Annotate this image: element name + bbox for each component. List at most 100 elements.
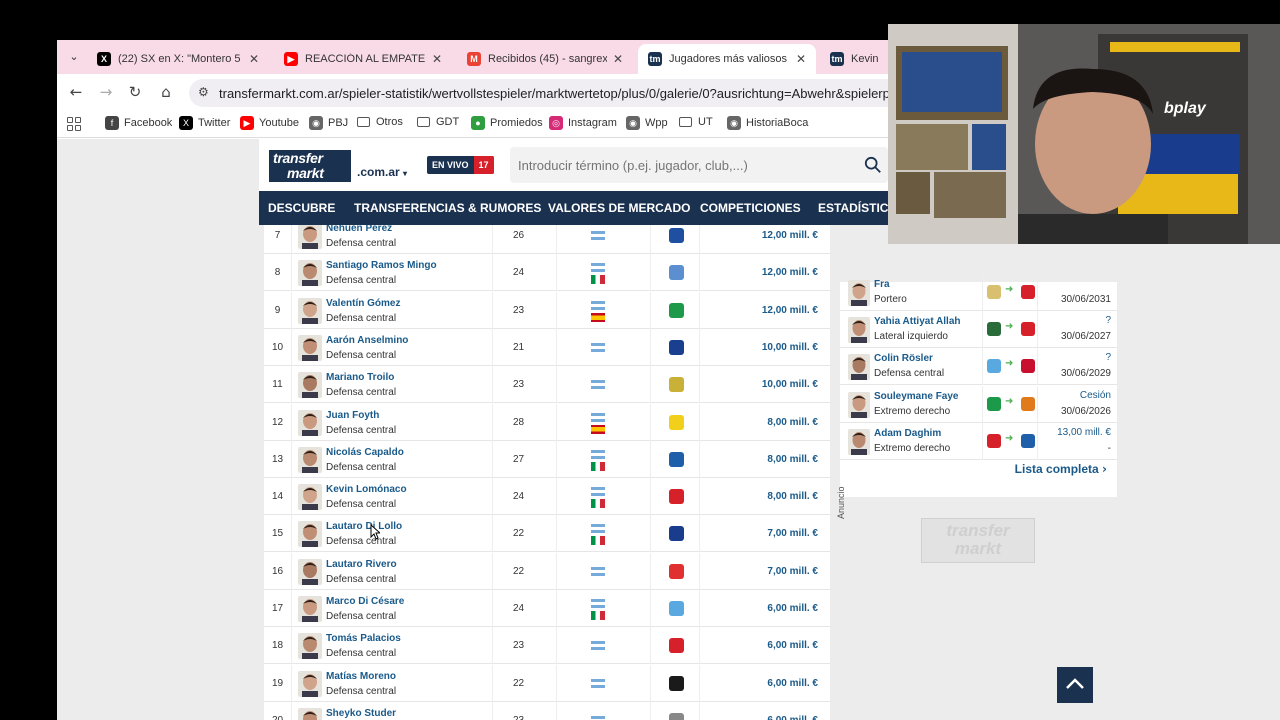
player-name-link[interactable]: Lautaro Rivero bbox=[326, 559, 397, 570]
player-name-link[interactable]: Mariano Troilo bbox=[326, 372, 394, 383]
browser-tab[interactable]: tm Kevin Lo bbox=[820, 44, 890, 74]
bookmark-historiaboca[interactable]: ◉ HistoriaBoca bbox=[727, 116, 808, 130]
search-icon[interactable] bbox=[864, 156, 882, 174]
to-club-crest-icon[interactable] bbox=[1021, 322, 1035, 337]
transfer-player-name[interactable]: Fra bbox=[874, 279, 890, 290]
live-button[interactable]: EN VIVO 17 bbox=[427, 156, 494, 174]
nav-item-1[interactable]: TRANSFERENCIAS & RUMORES bbox=[354, 201, 541, 215]
player-avatar[interactable] bbox=[298, 521, 322, 548]
transfer-player-name[interactable]: Adam Daghim bbox=[874, 428, 941, 439]
player-avatar[interactable] bbox=[298, 670, 322, 697]
market-value-link[interactable]: 6,00 mill. € bbox=[700, 627, 820, 664]
browser-tab[interactable]: X (22) SX en X: "Montero 5 Go ✕ bbox=[87, 44, 269, 74]
to-club-crest-icon[interactable] bbox=[1021, 396, 1035, 411]
market-value-link[interactable]: 12,00 mill. € bbox=[700, 254, 820, 291]
close-tab-icon[interactable]: ✕ bbox=[432, 52, 442, 66]
close-tab-icon[interactable]: ✕ bbox=[613, 52, 623, 66]
transfer-fee[interactable]: Cesión bbox=[1080, 390, 1111, 401]
player-avatar[interactable] bbox=[848, 317, 870, 344]
domain-selector[interactable]: .com.ar ▾ bbox=[357, 165, 407, 179]
player-avatar[interactable] bbox=[848, 354, 870, 381]
player-name-link[interactable]: Santiago Ramos Mingo bbox=[326, 260, 437, 271]
site-info-icon[interactable]: ⚙ bbox=[198, 85, 209, 99]
browser-tab[interactable]: tm Jugadores más valiosos | Tra ✕ bbox=[638, 44, 816, 74]
nav-item-2[interactable]: VALORES DE MERCADO bbox=[548, 201, 690, 215]
club-crest-icon[interactable] bbox=[669, 414, 684, 430]
bookmark-wpp[interactable]: ◉ Wpp bbox=[626, 116, 668, 130]
player-name-link[interactable]: Aarón Anselmino bbox=[326, 335, 408, 346]
market-value-link[interactable]: 6,00 mill. € bbox=[700, 665, 820, 702]
reload-icon[interactable]: ↻ bbox=[126, 83, 144, 101]
club-crest-icon[interactable] bbox=[669, 339, 684, 355]
from-club-crest-icon[interactable] bbox=[987, 396, 1001, 411]
bookmark-youtube[interactable]: ▶ Youtube bbox=[240, 116, 299, 130]
player-avatar[interactable] bbox=[298, 484, 322, 511]
player-name-link[interactable]: Lautaro Di Lollo bbox=[326, 521, 402, 532]
search-input[interactable] bbox=[510, 147, 840, 183]
to-club-crest-icon[interactable] bbox=[1021, 285, 1035, 299]
player-avatar[interactable] bbox=[298, 297, 322, 324]
club-crest-icon[interactable] bbox=[669, 228, 684, 243]
scroll-to-top-button[interactable] bbox=[1057, 667, 1093, 703]
close-tab-icon[interactable]: ✕ bbox=[249, 52, 259, 66]
player-avatar[interactable] bbox=[848, 391, 870, 418]
market-value-link[interactable]: 6,00 mill. € bbox=[700, 702, 820, 720]
market-value-link[interactable]: 12,00 mill. € bbox=[700, 225, 820, 254]
player-name-link[interactable]: Matías Moreno bbox=[326, 671, 396, 682]
market-value-link[interactable]: 8,00 mill. € bbox=[700, 478, 820, 515]
tab-search-chevron-icon[interactable]: ⌄ bbox=[65, 48, 83, 66]
player-avatar[interactable] bbox=[848, 280, 870, 306]
bookmark-otros[interactable]: Otros bbox=[357, 116, 403, 128]
market-value-link[interactable]: 8,00 mill. € bbox=[700, 404, 820, 441]
nav-item-0[interactable]: DESCUBRE bbox=[268, 201, 335, 215]
player-name-link[interactable]: Nehuén Pérez bbox=[326, 225, 392, 234]
browser-tab[interactable]: ▶ REACCIÓN AL EMPATE DE B ✕ bbox=[274, 44, 452, 74]
player-avatar[interactable] bbox=[298, 260, 322, 287]
from-club-crest-icon[interactable] bbox=[987, 322, 1001, 337]
transfermarkt-logo[interactable]: transfer markt bbox=[269, 150, 351, 182]
full-list-link[interactable]: Lista completa › bbox=[1015, 462, 1107, 476]
club-crest-icon[interactable] bbox=[669, 675, 684, 691]
player-avatar[interactable] bbox=[298, 372, 322, 399]
player-name-link[interactable]: Juan Foyth bbox=[326, 410, 379, 421]
market-value-link[interactable]: 12,00 mill. € bbox=[700, 292, 820, 329]
club-crest-icon[interactable] bbox=[669, 302, 684, 318]
player-avatar[interactable] bbox=[298, 596, 322, 622]
player-avatar[interactable] bbox=[298, 225, 322, 249]
apps-grid-icon[interactable] bbox=[67, 117, 81, 131]
transfer-player-name[interactable]: Colin Rösler bbox=[874, 353, 933, 364]
browser-tab[interactable]: M Recibidos (45) - sangrexene ✕ bbox=[457, 44, 633, 74]
player-name-link[interactable]: Tomás Palacios bbox=[326, 633, 401, 644]
market-value-link[interactable]: 7,00 mill. € bbox=[700, 553, 820, 590]
home-icon[interactable]: ⌂ bbox=[157, 83, 175, 101]
bookmark-instagram[interactable]: ◎ Instagram bbox=[549, 116, 617, 130]
transfer-fee[interactable]: 13,00 mill. € bbox=[1057, 427, 1111, 438]
market-value-link[interactable]: 10,00 mill. € bbox=[700, 329, 820, 366]
from-club-crest-icon[interactable] bbox=[987, 285, 1001, 299]
player-avatar[interactable] bbox=[298, 558, 322, 585]
bookmark-promiedos[interactable]: ● Promiedos bbox=[471, 116, 543, 130]
from-club-crest-icon[interactable] bbox=[987, 433, 1001, 448]
bookmark-pbj[interactable]: ◉ PBJ bbox=[309, 116, 348, 130]
club-crest-icon[interactable] bbox=[669, 563, 684, 579]
forward-arrow-icon[interactable]: → bbox=[97, 83, 115, 101]
transfer-player-name[interactable]: Souleymane Faye bbox=[874, 391, 958, 402]
back-arrow-icon[interactable]: ← bbox=[67, 83, 85, 101]
club-crest-icon[interactable] bbox=[669, 526, 684, 542]
club-crest-icon[interactable] bbox=[669, 377, 684, 393]
player-name-link[interactable]: Kevin Lomónaco bbox=[326, 484, 407, 495]
club-crest-icon[interactable] bbox=[669, 712, 684, 720]
player-avatar[interactable] bbox=[298, 334, 322, 361]
close-tab-icon[interactable]: ✕ bbox=[796, 52, 806, 66]
club-crest-icon[interactable] bbox=[669, 265, 684, 281]
player-avatar[interactable] bbox=[298, 409, 322, 436]
nav-item-3[interactable]: COMPETICIONES bbox=[700, 201, 801, 215]
transfer-player-name[interactable]: Yahia Attiyat Allah bbox=[874, 316, 961, 327]
to-club-crest-icon[interactable] bbox=[1021, 359, 1035, 374]
from-club-crest-icon[interactable] bbox=[987, 359, 1001, 374]
player-name-link[interactable]: Nicolás Capaldo bbox=[326, 447, 404, 458]
club-crest-icon[interactable] bbox=[669, 489, 684, 505]
player-avatar[interactable] bbox=[298, 446, 322, 473]
market-value-link[interactable]: 7,00 mill. € bbox=[700, 515, 820, 552]
transfer-fee[interactable]: ? bbox=[1105, 315, 1111, 326]
